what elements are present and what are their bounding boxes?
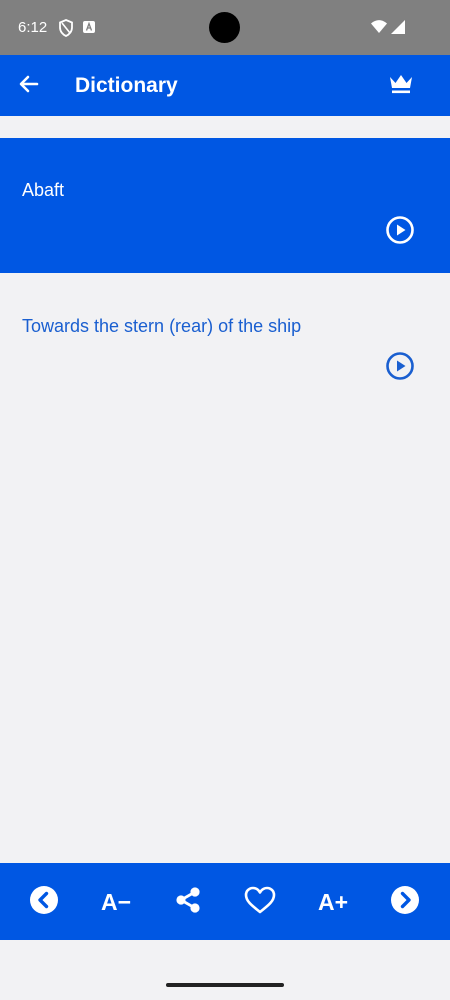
signal-icon xyxy=(390,19,406,37)
share-button[interactable] xyxy=(169,883,207,921)
chevron-left-circle-icon xyxy=(29,885,59,920)
favorite-button[interactable] xyxy=(241,883,279,921)
page-title: Dictionary xyxy=(75,74,178,97)
heart-icon xyxy=(243,885,277,920)
shield-icon xyxy=(58,19,74,37)
camera-cutout xyxy=(209,12,240,43)
app-a-icon xyxy=(82,19,98,37)
word-card: Abaft xyxy=(0,138,450,273)
next-button[interactable] xyxy=(386,883,424,921)
bottom-toolbar: A− A+ xyxy=(0,863,450,940)
arrow-left-icon xyxy=(18,73,40,100)
back-button[interactable] xyxy=(14,71,44,101)
share-icon xyxy=(173,885,203,920)
definition-text: Towards the stern (rear) of the ship xyxy=(22,316,302,336)
increase-font-button[interactable]: A+ xyxy=(314,883,352,921)
play-circle-icon xyxy=(385,352,415,385)
word-text: Abaft xyxy=(22,180,65,200)
app-bar: Dictionary xyxy=(0,55,450,116)
previous-button[interactable] xyxy=(25,883,63,921)
play-circle-icon xyxy=(385,216,415,249)
play-definition-button[interactable] xyxy=(385,351,415,381)
gesture-bar[interactable] xyxy=(166,983,284,987)
decrease-font-button[interactable]: A− xyxy=(97,883,135,921)
premium-button[interactable] xyxy=(384,71,418,101)
status-bar: 6:12 xyxy=(0,0,450,55)
status-time: 6:12 xyxy=(18,19,48,36)
play-word-button[interactable] xyxy=(385,215,415,245)
wifi-icon xyxy=(370,19,388,37)
crown-icon xyxy=(388,73,414,100)
chevron-right-circle-icon xyxy=(390,885,420,920)
